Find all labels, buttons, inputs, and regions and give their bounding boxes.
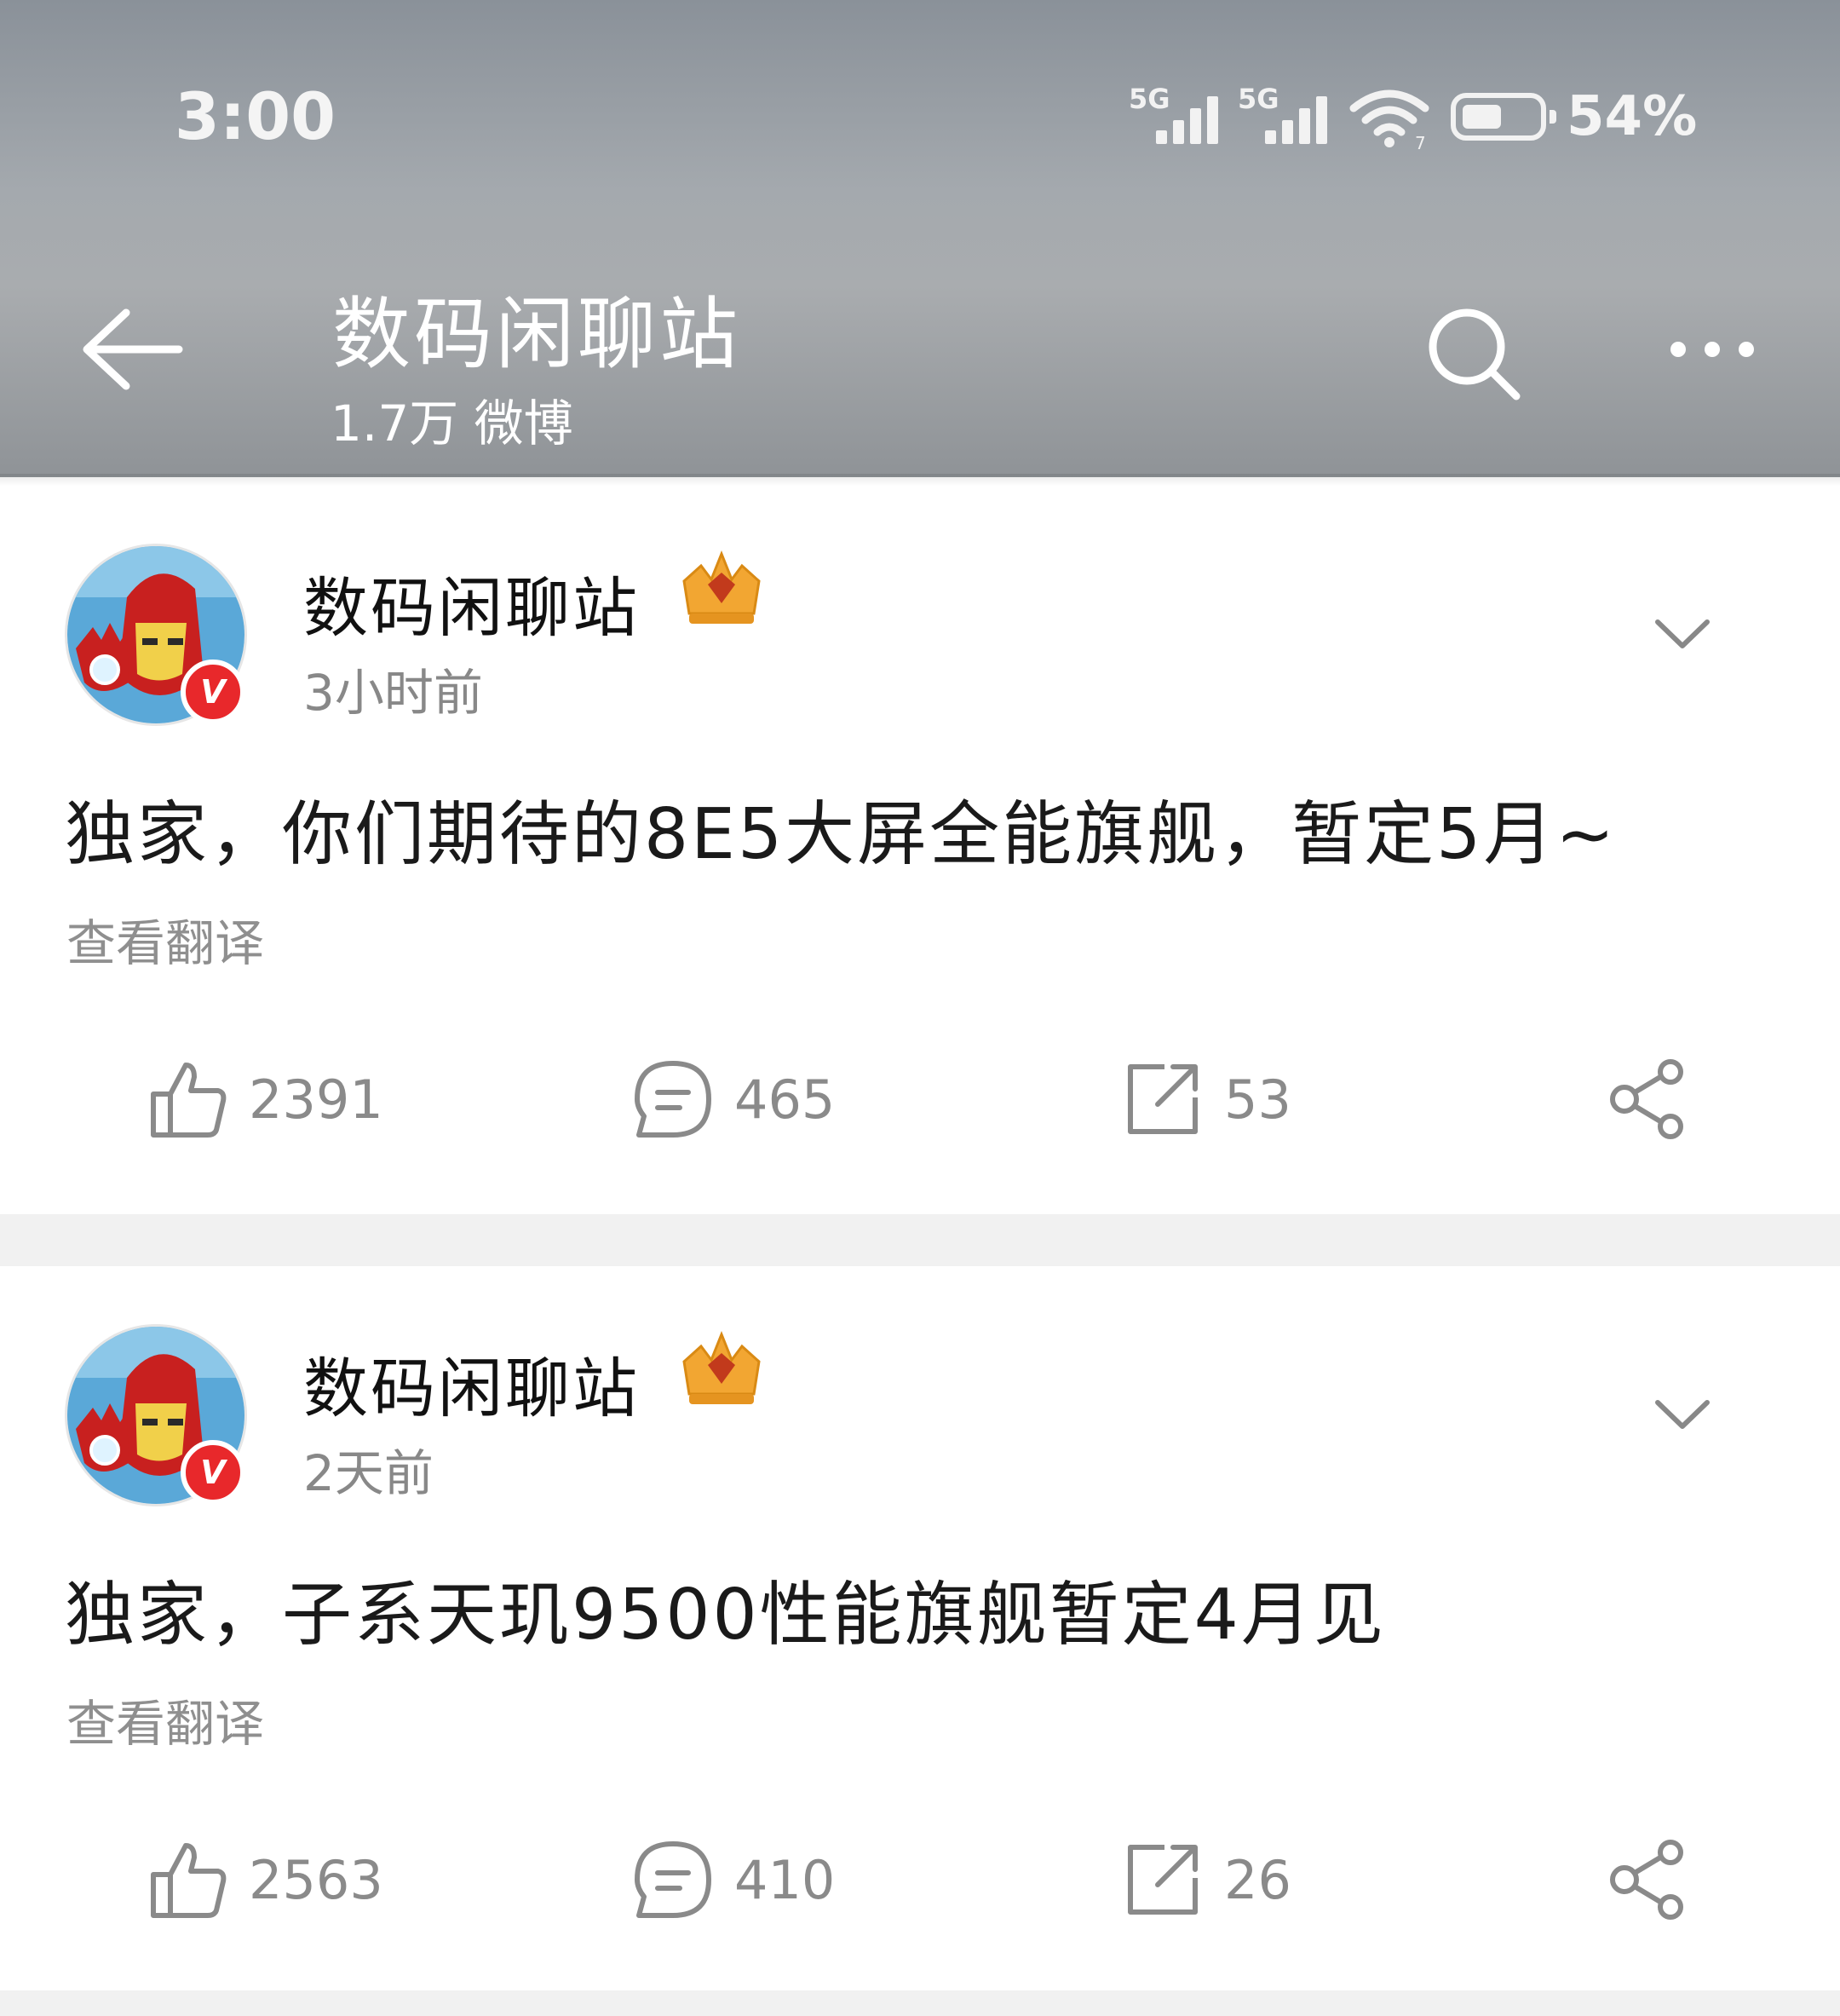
share-button[interactable]	[1606, 1048, 1691, 1150]
repost-button[interactable]: 53	[1120, 1048, 1291, 1150]
avatar[interactable]: V	[65, 544, 247, 726]
post-text[interactable]: 独家，你们期待的8E5大屏全能旗舰，暂定5月~	[65, 777, 1617, 878]
page-subtitle: 1.7万 微博	[331, 395, 573, 452]
author-name[interactable]: 数码闲聊站	[303, 1336, 640, 1430]
search-icon[interactable]	[1423, 302, 1525, 405]
wifi-icon: 7	[1349, 89, 1429, 151]
thumbs-up-icon	[151, 1843, 227, 1918]
status-icons: 5G 5G 7 54%	[1129, 82, 1697, 152]
avatar[interactable]: V	[65, 1324, 247, 1506]
post-card[interactable]: V 数码闲聊站 2天前 独家，子系天玑9500性能旗舰暂定4月见 查看翻译 25…	[0, 1266, 1840, 1990]
verified-badge: V	[181, 660, 245, 724]
post-timestamp: 3小时前	[303, 664, 483, 722]
like-button[interactable]: 2563	[145, 1829, 383, 1931]
post-separator	[0, 1214, 1840, 1266]
chevron-down-icon[interactable]	[1653, 1394, 1712, 1437]
post-separator	[0, 1990, 1840, 2016]
comment-button[interactable]: 410	[630, 1829, 835, 1931]
comment-icon	[635, 1841, 711, 1918]
crown-badge-icon	[682, 1330, 761, 1404]
like-button[interactable]: 2391	[145, 1048, 383, 1150]
comment-count: 410	[734, 1848, 836, 1911]
post-actions: 2391 465 53	[0, 1048, 1840, 1150]
translate-link[interactable]: 查看翻译	[66, 903, 264, 975]
share-button[interactable]	[1606, 1829, 1691, 1931]
repost-button[interactable]: 26	[1120, 1829, 1291, 1931]
header-shadow	[0, 474, 1840, 486]
thumbs-up-icon	[151, 1063, 227, 1138]
post-card[interactable]: V 数码闲聊站 3小时前 独家，你们期待的8E5大屏全能旗舰，暂定5月~ 查看翻…	[0, 486, 1840, 1214]
like-count: 2391	[249, 1068, 383, 1131]
translate-link[interactable]: 查看翻译	[66, 1684, 264, 1755]
page-title: 数码闲聊站	[332, 289, 742, 380]
verified-badge: V	[181, 1440, 245, 1505]
post-text[interactable]: 独家，子系天玑9500性能旗舰暂定4月见	[65, 1558, 1386, 1659]
back-arrow-icon[interactable]	[77, 302, 187, 396]
share-icon	[1610, 1059, 1683, 1139]
repost-icon	[1128, 1845, 1198, 1915]
signal-icon-1: 5G	[1129, 83, 1222, 151]
comment-button[interactable]: 465	[630, 1048, 835, 1150]
more-icon[interactable]	[1665, 324, 1759, 375]
signal-icon-2: 5G	[1238, 83, 1331, 151]
post-timestamp: 2天前	[303, 1444, 434, 1502]
svg-text:7: 7	[1415, 133, 1426, 151]
battery-percent: 54%	[1567, 85, 1698, 148]
post-actions: 2563 410 26	[0, 1829, 1840, 1931]
comment-count: 465	[734, 1068, 836, 1131]
status-time: 3:00	[175, 78, 336, 154]
profile-header: 3:00 5G 5G 7 54% 数码闲聊站 1.7万 微博	[0, 0, 1840, 477]
repost-icon	[1128, 1064, 1198, 1134]
repost-count: 53	[1224, 1068, 1291, 1131]
share-icon	[1610, 1840, 1683, 1920]
like-count: 2563	[249, 1848, 383, 1911]
chevron-down-icon[interactable]	[1653, 613, 1712, 656]
battery-icon	[1451, 93, 1556, 141]
author-name[interactable]: 数码闲聊站	[303, 556, 640, 649]
crown-badge-icon	[682, 550, 761, 624]
comment-icon	[635, 1061, 711, 1138]
repost-count: 26	[1224, 1848, 1291, 1911]
